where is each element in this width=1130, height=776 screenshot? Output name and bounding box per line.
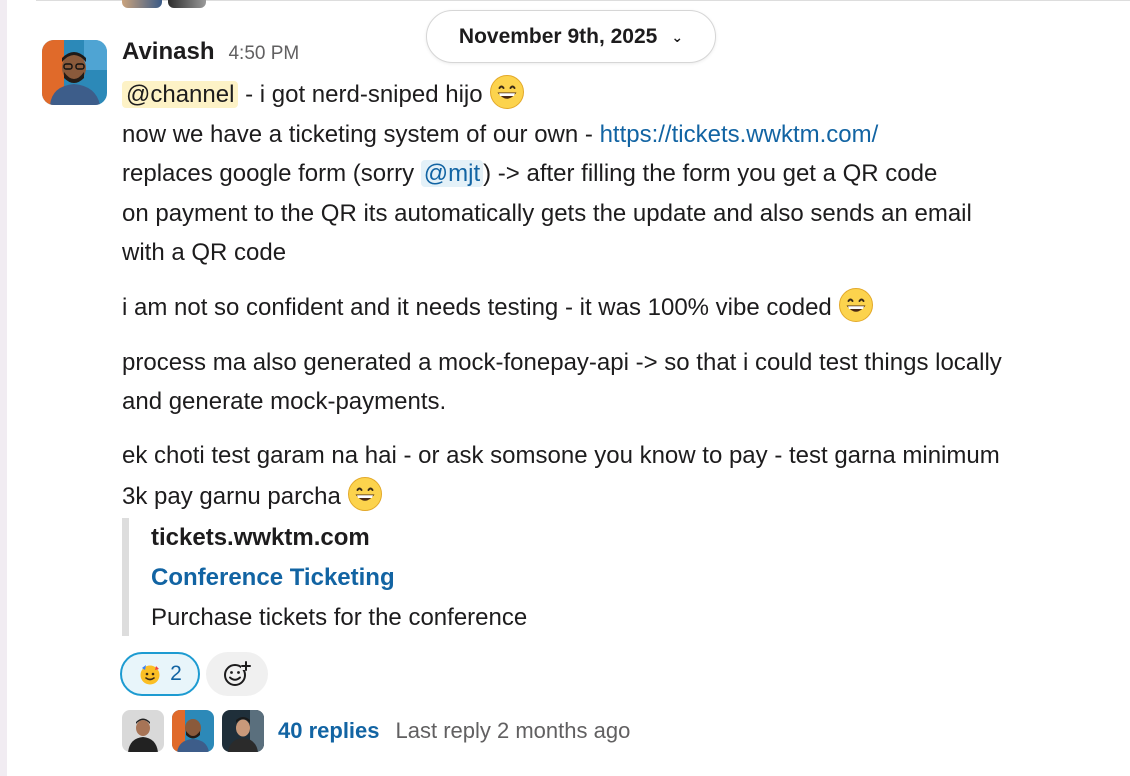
message-line: with a QR code — [122, 239, 287, 267]
message-line: 3k pay garnu parcha — [122, 476, 1112, 517]
message-text: 3k pay garnu parcha — [122, 482, 341, 510]
channel-mention[interactable]: @channel — [122, 81, 239, 108]
avatar — [222, 710, 264, 752]
user-mention[interactable]: @mjt — [420, 160, 484, 188]
message: Avinash 4:50 PM @channel - i got nerd-sn… — [122, 38, 1112, 516]
message-line: process ma also generated a mock-fonepay… — [122, 348, 1002, 376]
tickets-link[interactable]: https://tickets.wwktm.com/ — [600, 121, 879, 148]
replies-link[interactable]: 40 replies — [278, 718, 380, 744]
preview-title-link[interactable]: Conference Ticketing — [151, 558, 722, 598]
message-line: and generate mock-payments. — [122, 388, 447, 416]
previous-thread-avatars — [122, 0, 206, 8]
message-text: ) -> after filling the form you get a QR… — [483, 160, 938, 188]
grinning-face-icon — [838, 287, 874, 323]
message-text: i am not so confident and it needs testi… — [122, 294, 832, 322]
link-preview[interactable]: tickets.wwktm.com Conference Ticketing P… — [122, 518, 722, 636]
add-reaction-icon — [224, 661, 251, 686]
message-line: i am not so confident and it needs testi… — [122, 287, 1112, 328]
message-line: on payment to the QR its automatically g… — [122, 199, 972, 227]
add-reaction-button[interactable] — [206, 652, 268, 696]
message-header: Avinash 4:50 PM — [122, 38, 1112, 74]
message-line: now we have a ticketing system of our ow… — [122, 115, 1112, 155]
avatar — [168, 0, 206, 8]
message-text: replaces google form (sorry — [122, 160, 421, 188]
last-reply-text: Last reply 2 months ago — [395, 718, 631, 743]
grinning-face-icon — [347, 476, 383, 512]
preview-site: tickets.wwktm.com — [151, 524, 370, 551]
author-avatar[interactable] — [42, 40, 107, 105]
avatar — [172, 710, 214, 752]
message-text: now we have a ticketing system of our ow… — [122, 120, 600, 148]
reaction-count: 2 — [170, 662, 182, 685]
author-name[interactable]: Avinash — [122, 38, 214, 66]
message-line: @channel - i got nerd-sniped hijo — [122, 74, 1112, 115]
party-face-icon — [140, 665, 160, 685]
message-line: replaces google form (sorry @mjt) -> aft… — [122, 154, 1112, 194]
reactions-bar: 2 — [120, 652, 268, 696]
message-text: - i got nerd-sniped hijo — [238, 81, 483, 108]
message-line: ek choti test garam na hai - or ask soms… — [122, 442, 1000, 470]
grinning-face-icon — [489, 74, 525, 110]
left-rail — [0, 0, 7, 776]
preview-description: Purchase tickets for the conference — [151, 604, 528, 631]
timestamp[interactable]: 4:50 PM — [228, 43, 299, 65]
thread-summary[interactable]: 40 replies Last reply 2 months ago — [122, 710, 630, 752]
avatar — [122, 710, 164, 752]
avatar — [122, 0, 162, 8]
reaction-button[interactable]: 2 — [120, 652, 200, 696]
